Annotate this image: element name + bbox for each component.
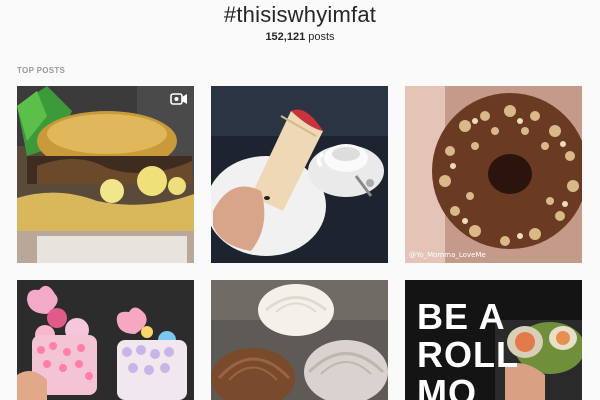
hashtag-title: #thisiswhyimfat bbox=[223, 2, 377, 27]
burger-image bbox=[17, 86, 194, 263]
sign-line: ROLL bbox=[417, 334, 519, 375]
post-thumbnail-wrap-coffee[interactable] bbox=[211, 86, 388, 263]
sign-line: MO bbox=[417, 372, 477, 400]
post-thumbnail-cupcakes[interactable] bbox=[211, 280, 388, 400]
post-count-unit: posts bbox=[308, 31, 335, 43]
video-camera-icon bbox=[170, 92, 188, 106]
cupcakes-image bbox=[211, 280, 388, 400]
post-count: 152,121 posts bbox=[0, 30, 600, 44]
post-thumbnail-nut-donut[interactable]: @Yo_Momma_LoveMe bbox=[405, 86, 582, 263]
post-thumbnail-freakshakes[interactable] bbox=[17, 280, 194, 400]
top-posts-label: TOP POSTS bbox=[17, 66, 66, 75]
post-watermark: @Yo_Momma_LoveMe bbox=[409, 251, 486, 259]
wrap-coffee-image bbox=[211, 86, 388, 263]
roll-sign-text: BE A ROLL MO bbox=[417, 298, 519, 400]
freakshakes-image bbox=[17, 280, 194, 400]
post-thumbnail-burger[interactable] bbox=[17, 86, 194, 263]
sign-line: BE A bbox=[417, 296, 506, 337]
nut-donut-image bbox=[405, 86, 582, 263]
post-thumbnail-roll-sign[interactable]: BE A ROLL MO bbox=[405, 280, 582, 400]
post-count-number: 152,121 bbox=[265, 31, 306, 43]
